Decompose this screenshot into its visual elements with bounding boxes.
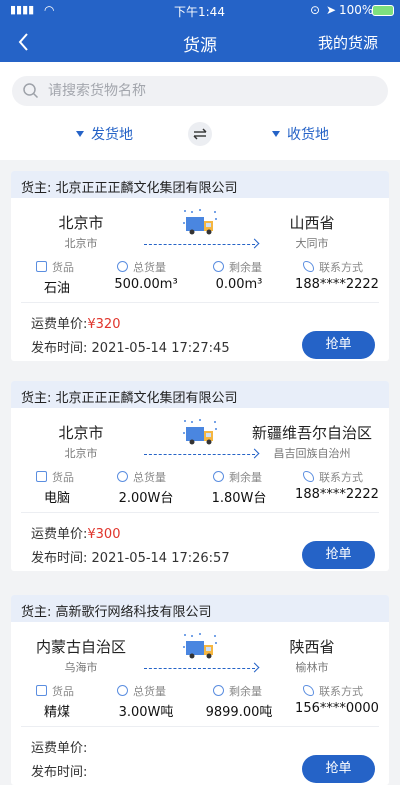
divider bbox=[21, 302, 379, 303]
remaining-label: 剩余量 bbox=[213, 683, 262, 699]
location-icon: ➤ bbox=[326, 3, 337, 17]
destination-city: 榆林市 bbox=[295, 661, 329, 674]
search-box[interactable] bbox=[12, 76, 388, 106]
destination-city: 昌吉回族自治州 bbox=[273, 447, 351, 460]
route-line bbox=[144, 454, 255, 455]
grab-order-button[interactable]: 抢单 bbox=[302, 755, 375, 783]
truck-icon bbox=[183, 419, 217, 445]
route-line bbox=[144, 244, 255, 245]
cargo-card[interactable]: 货主: 高新歌行网络科技有限公司 内蒙古自治区 乌海市 陕西省 榆林市 货品 总… bbox=[11, 595, 389, 785]
scale-icon bbox=[117, 471, 128, 482]
origin-province: 北京市 bbox=[58, 424, 104, 442]
origin-province: 北京市 bbox=[58, 214, 104, 232]
gauge-icon bbox=[213, 685, 224, 696]
phone-icon bbox=[303, 261, 314, 272]
total-label: 总货量 bbox=[117, 259, 166, 275]
cargo-card[interactable]: 货主: 北京正正正麟文化集团有限公司 北京市 北京市 山西省 大同市 货品 总货… bbox=[11, 171, 389, 361]
origin-filter-label: 发货地 bbox=[91, 127, 133, 143]
box-icon bbox=[36, 471, 47, 482]
goods-label: 货品 bbox=[36, 259, 74, 275]
goods-value: 石油 bbox=[43, 281, 70, 296]
freight-price: 运费单价: bbox=[31, 741, 88, 756]
total-value: 2.00W台 bbox=[118, 491, 174, 506]
box-icon bbox=[36, 685, 47, 696]
lock-rotation-icon: ⊙ bbox=[310, 3, 321, 17]
scale-icon bbox=[117, 685, 128, 696]
contact-label: 联系方式 bbox=[303, 259, 363, 275]
status-bar: ▮▮▮▮ ◠ 下午1:44 ⊙ ➤ 100% bbox=[0, 0, 400, 22]
wifi-icon: ◠ bbox=[44, 3, 55, 17]
dropdown-triangle-icon bbox=[76, 131, 84, 137]
time-value: 2021-05-14 17:27:45 bbox=[91, 341, 230, 356]
total-label: 总货量 bbox=[117, 683, 166, 699]
remaining-label: 剩余量 bbox=[213, 259, 262, 275]
destination-filter[interactable]: 收货地 bbox=[272, 124, 329, 144]
swap-button[interactable] bbox=[188, 122, 212, 146]
destination-province: 山西省 bbox=[289, 214, 335, 232]
truck-icon bbox=[183, 633, 217, 659]
destination-province: 陕西省 bbox=[289, 638, 335, 656]
remaining-value: 9899.00吨 bbox=[205, 705, 273, 720]
freight-price: 运费单价:¥300 bbox=[31, 527, 121, 542]
status-time: 下午1:44 bbox=[174, 5, 225, 19]
cargo-card[interactable]: 货主: 北京正正正麟文化集团有限公司 北京市 北京市 新疆维吾尔自治区 昌吉回族… bbox=[11, 381, 389, 571]
search-filter-panel: 发货地 收货地 bbox=[0, 62, 400, 160]
contact-label: 联系方式 bbox=[303, 683, 363, 699]
contact-value[interactable]: 188****2222 bbox=[289, 487, 385, 502]
gauge-icon bbox=[213, 471, 224, 482]
swap-arrows-icon bbox=[193, 128, 207, 140]
owner-name: 货主: 高新歌行网络科技有限公司 bbox=[11, 595, 389, 622]
goods-label: 货品 bbox=[36, 683, 74, 699]
total-label: 总货量 bbox=[117, 469, 166, 485]
goods-value: 精煤 bbox=[43, 705, 70, 720]
goods-label: 货品 bbox=[36, 469, 74, 485]
owner-name: 货主: 北京正正正麟文化集团有限公司 bbox=[11, 381, 389, 408]
scale-icon bbox=[117, 261, 128, 272]
phone-icon bbox=[303, 471, 314, 482]
price-value: ¥320 bbox=[87, 317, 121, 332]
nav-bar: 货源 我的货源 bbox=[0, 22, 400, 62]
publish-time: 发布时间: 2021-05-14 17:26:57 bbox=[31, 551, 230, 566]
origin-filter[interactable]: 发货地 bbox=[76, 124, 133, 144]
truck-icon bbox=[183, 209, 217, 235]
publish-time: 发布时间: bbox=[31, 765, 88, 780]
freight-price: 运费单价:¥320 bbox=[31, 317, 121, 332]
owner-name: 货主: 北京正正正麟文化集团有限公司 bbox=[11, 171, 389, 198]
origin-city: 北京市 bbox=[64, 237, 98, 250]
divider bbox=[21, 512, 379, 513]
destination-province: 新疆维吾尔自治区 bbox=[251, 424, 372, 442]
my-source-link[interactable]: 我的货源 bbox=[318, 32, 378, 53]
battery-icon bbox=[372, 5, 394, 16]
phone-icon bbox=[303, 685, 314, 696]
contact-value[interactable]: 188****2222 bbox=[289, 277, 385, 292]
destination-filter-label: 收货地 bbox=[287, 127, 329, 143]
total-value: 500.00m³ bbox=[114, 277, 178, 292]
remaining-label: 剩余量 bbox=[213, 469, 262, 485]
origin-province: 内蒙古自治区 bbox=[35, 638, 126, 656]
dropdown-triangle-icon bbox=[272, 131, 280, 137]
box-icon bbox=[36, 261, 47, 272]
grab-order-button[interactable]: 抢单 bbox=[302, 331, 375, 359]
search-icon bbox=[23, 83, 39, 99]
grab-order-button[interactable]: 抢单 bbox=[302, 541, 375, 569]
destination-city: 大同市 bbox=[295, 237, 329, 250]
contact-label: 联系方式 bbox=[303, 469, 363, 485]
battery-percent: 100% bbox=[339, 3, 374, 17]
remaining-value: 0.00m³ bbox=[215, 277, 263, 292]
total-value: 3.00W吨 bbox=[118, 705, 174, 720]
gauge-icon bbox=[213, 261, 224, 272]
origin-city: 北京市 bbox=[64, 447, 98, 460]
route-line bbox=[144, 668, 255, 669]
origin-city: 乌海市 bbox=[64, 661, 98, 674]
goods-value: 电脑 bbox=[43, 491, 70, 506]
time-value: 2021-05-14 17:26:57 bbox=[91, 551, 230, 566]
contact-value[interactable]: 156****0000 bbox=[289, 701, 385, 716]
remaining-value: 1.80W台 bbox=[211, 491, 267, 506]
price-value: ¥300 bbox=[87, 527, 121, 542]
publish-time: 发布时间: 2021-05-14 17:27:45 bbox=[31, 341, 230, 356]
signal-icon: ▮▮▮▮ bbox=[10, 3, 35, 16]
search-input[interactable] bbox=[48, 80, 368, 102]
divider bbox=[21, 726, 379, 727]
